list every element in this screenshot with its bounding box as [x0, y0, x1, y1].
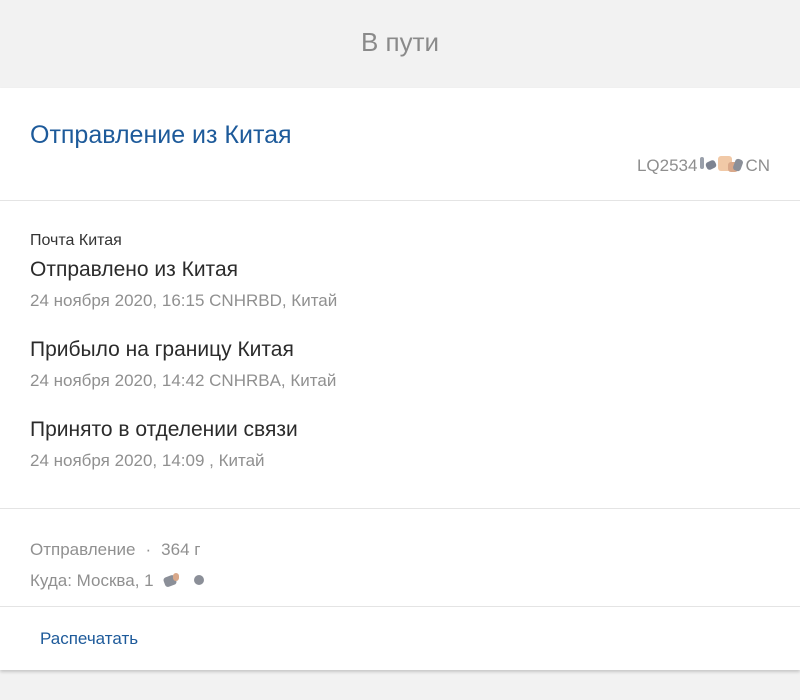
carrier-name: Почта Китая [30, 232, 122, 249]
status-bar: В пути [0, 0, 800, 88]
shipment-weight: 364 г [161, 539, 201, 559]
shipment-type-weight: Отправление · 364 г [30, 534, 209, 565]
tracking-number: LQ2534 CN [637, 156, 770, 176]
shipment-info: Отправление · 364 г Куда: Москва, 1 [30, 534, 209, 596]
shipment-destination-row: Куда: Москва, 1 [30, 565, 209, 596]
shipment-destination: Куда: Москва, 1 [30, 570, 154, 590]
card-header: Отправление из Китая LQ2534 CN [0, 88, 800, 201]
shipment-card: Отправление из Китая LQ2534 CN Почта Кит… [0, 88, 800, 670]
tracking-events: Почта Китая Отправлено из Китая 24 ноябр… [30, 232, 770, 496]
tracking-event: Принято в отделении связи 24 ноября 2020… [30, 416, 770, 471]
event-name: Прибыло на границу Китая [30, 338, 294, 361]
status-title: В пути [360, 26, 440, 57]
event-meta: 24 ноября 2020, 16:15 CNHRBD, Китай [30, 291, 338, 310]
event-meta: 24 ноября 2020, 14:09 , Китай [30, 451, 265, 470]
divider [0, 606, 800, 607]
redacted-mark-icon [698, 156, 745, 176]
shipment-title: Отправление из Китая [30, 121, 292, 149]
tracking-event: Отправлено из Китая 24 ноября 2020, 16:1… [30, 256, 770, 311]
divider [0, 508, 800, 509]
separator: · [145, 539, 152, 559]
tracking-suffix: CN [745, 156, 770, 175]
event-meta: 24 ноября 2020, 14:42 CNHRBA, Китай [30, 371, 337, 390]
print-button[interactable]: Распечатать [40, 629, 138, 649]
tracking-event: Прибыло на границу Китая 24 ноября 2020,… [30, 336, 770, 391]
redacted-mark-icon [162, 571, 208, 591]
shipment-type: Отправление [30, 539, 136, 559]
tracking-prefix: LQ2534 [636, 156, 698, 175]
event-name: Принято в отделении связи [30, 418, 298, 441]
event-name: Отправлено из Китая [30, 258, 238, 281]
